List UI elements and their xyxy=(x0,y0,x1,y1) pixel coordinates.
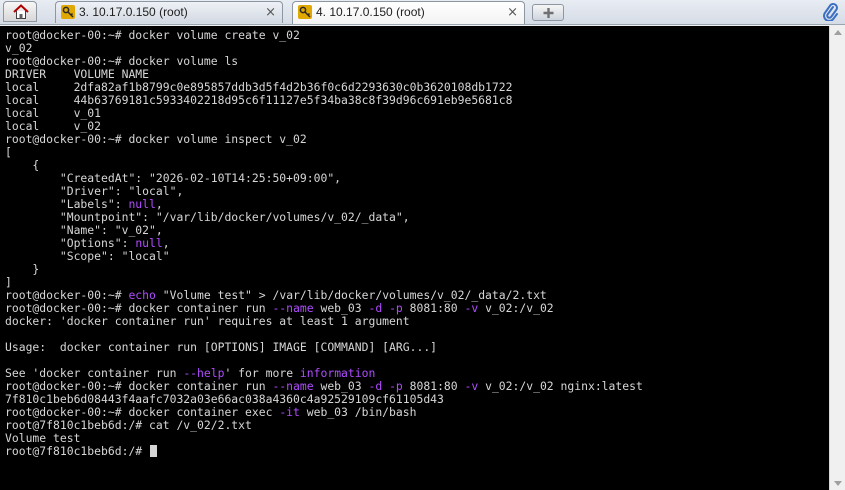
paperclip-icon[interactable] xyxy=(822,2,839,21)
text-segment: Usage: docker container run [OPTIONS] IM… xyxy=(5,340,438,354)
text-segment: root@7f810c1beb6d:/# xyxy=(5,444,150,458)
highlighted-token: -p xyxy=(389,379,403,393)
text-segment: root@docker-00:~# docker volume create v… xyxy=(5,28,300,42)
terminal-line: docker: 'docker container run' requires … xyxy=(5,315,643,328)
terminal-line: root@7f810c1beb6d:/# cat /v_02/2.txt xyxy=(5,419,643,432)
highlighted-token: -d xyxy=(368,379,383,393)
text-segment: root@docker-00:~# xyxy=(5,288,129,302)
highlighted-token: -p xyxy=(389,301,403,315)
text-segment: root@7f810c1beb6d:/# cat /v_02/2.txt xyxy=(5,418,252,432)
scroll-down-arrow-icon[interactable] xyxy=(834,481,842,486)
scrollbar[interactable] xyxy=(829,26,845,490)
text-segment: ] xyxy=(5,275,12,289)
tab-session-4[interactable]: 4. 10.17.0.150 (root) × xyxy=(292,1,525,24)
text-segment: local v_01 xyxy=(5,106,102,120)
terminal-line: [ xyxy=(5,146,643,159)
highlighted-token: null xyxy=(128,197,156,211)
highlighted-token: --name xyxy=(272,301,314,315)
text-segment: v_02:/v_02 nginx:latest xyxy=(478,379,643,393)
text-segment: "CreatedAt": "2026-02-10T14:25:50+09:00"… xyxy=(5,171,342,185)
highlighted-token: information xyxy=(299,366,376,380)
text-segment: "Driver": "local", xyxy=(5,184,184,198)
text-segment: [ xyxy=(5,145,12,159)
text-segment: web_03 xyxy=(313,301,369,315)
highlighted-token: -v xyxy=(464,301,479,315)
text-cursor xyxy=(150,445,158,457)
tab-bar: 3. 10.17.0.150 (root) × 4. 10.17.0.150 (… xyxy=(0,0,845,25)
text-segment: local 44b63769181c5933402218d95c6f11127e… xyxy=(5,93,513,107)
text-segment: root@docker-00:~# docker container run xyxy=(5,301,273,315)
highlighted-token: null xyxy=(135,236,163,250)
text-segment: local v_02 xyxy=(5,119,102,133)
text-segment: { xyxy=(5,158,40,172)
text-segment: v_02 xyxy=(5,41,33,55)
text-segment: local 2dfa82af1b8799c0e895857ddb3d5f4d2b… xyxy=(5,80,513,94)
text-segment: } xyxy=(5,262,40,276)
key-icon xyxy=(298,5,312,19)
terminal-output[interactable]: root@docker-00:~# docker volume create v… xyxy=(0,26,829,490)
text-segment: 8081:80 xyxy=(402,301,465,315)
text-segment: "Scope": "local" xyxy=(5,249,170,263)
text-segment: 8081:80 xyxy=(402,379,465,393)
text-segment: v_02:/v_02 xyxy=(478,301,554,315)
text-segment: root@docker-00:~# docker container run xyxy=(5,379,273,393)
tab-session-3[interactable]: 3. 10.17.0.150 (root) × xyxy=(55,1,283,23)
text-segment: Volume test xyxy=(5,431,81,445)
text-segment: DRIVER VOLUME NAME xyxy=(5,67,150,81)
text-segment: "Mountpoint": "/var/lib/docker/volumes/v… xyxy=(5,210,410,224)
new-tab-button[interactable] xyxy=(532,4,564,21)
terminal-line: "Scope": "local" xyxy=(5,250,643,263)
text-segment: "Name": "v_02", xyxy=(5,223,163,237)
text-segment: "Options": xyxy=(5,236,136,250)
tab-title: 4. 10.17.0.150 (root) xyxy=(316,5,425,19)
text-segment: root@docker-00:~# docker container exec xyxy=(5,405,280,419)
close-icon[interactable]: × xyxy=(265,2,276,23)
terminal-line: root@docker-00:~# docker volume create v… xyxy=(5,29,643,42)
text-segment: "Volume test" > /var/lib/docker/volumes/… xyxy=(155,288,547,302)
plus-icon xyxy=(543,8,554,18)
highlighted-token: --name xyxy=(272,379,314,393)
close-icon[interactable]: × xyxy=(507,2,518,23)
text-segment: root@docker-00:~# docker volume inspect … xyxy=(5,132,307,146)
highlighted-token: -d xyxy=(368,301,383,315)
highlighted-token: -v xyxy=(464,379,479,393)
text-segment: , xyxy=(155,197,163,211)
terminal-line: } xyxy=(5,263,643,276)
terminal-line: root@7f810c1beb6d:/# xyxy=(5,445,643,458)
text-segment: ' for more xyxy=(224,366,300,380)
text-segment: See 'docker container run xyxy=(5,366,184,380)
terminal-line: root@docker-00:~# docker volume inspect … xyxy=(5,133,643,146)
terminal-line: Usage: docker container run [OPTIONS] IM… xyxy=(5,341,643,354)
key-icon xyxy=(61,5,75,19)
text-segment: , xyxy=(162,236,170,250)
terminal-lines: root@docker-00:~# docker volume create v… xyxy=(5,29,643,458)
text-segment: "Labels": xyxy=(5,197,129,211)
text-segment: 7f810c1beb6d08443f4aafc7032a03e66ac038a4… xyxy=(5,392,444,406)
tab-title: 3. 10.17.0.150 (root) xyxy=(79,5,188,19)
home-button[interactable] xyxy=(3,1,37,22)
text-segment: root@docker-00:~# docker volume ls xyxy=(5,54,239,68)
text-segment: web_03 xyxy=(313,379,369,393)
text-segment: docker: 'docker container run' requires … xyxy=(5,314,410,328)
highlighted-token: --help xyxy=(183,366,225,380)
text-segment: web_03 /bin/bash xyxy=(299,405,417,419)
highlighted-token: -it xyxy=(279,405,300,419)
scroll-up-arrow-icon[interactable] xyxy=(834,30,842,35)
home-icon xyxy=(13,4,29,19)
highlighted-token: echo xyxy=(128,288,156,302)
